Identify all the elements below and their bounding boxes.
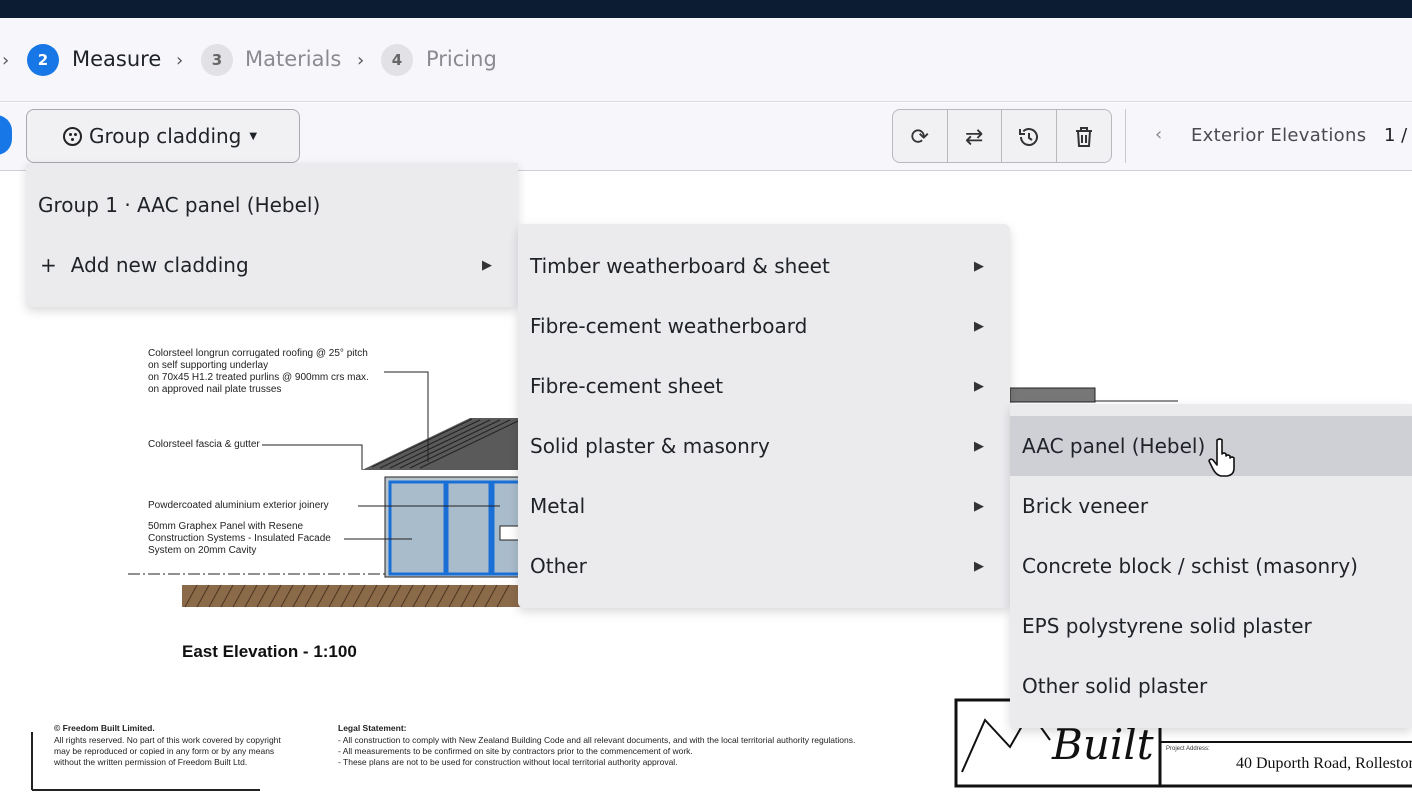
menu-item-group-1[interactable]: Group 1 · AAC panel (Hebel)	[26, 175, 518, 235]
menu-item-fibre-cement-weatherboard[interactable]: Fibre-cement weatherboard ▶	[518, 296, 1010, 356]
tool-tab[interactable]	[0, 115, 12, 155]
cladding-type-submenu: Timber weatherboard & sheet ▶ Fibre-ceme…	[518, 224, 1010, 608]
trash-icon[interactable]	[1057, 110, 1112, 162]
menu-item-label: Group 1 · AAC panel (Hebel)	[38, 193, 321, 217]
legal-line: - These plans are not to be used for con…	[338, 757, 678, 767]
group-cladding-menu: Group 1 · AAC panel (Hebel) + Add new cl…	[26, 163, 518, 307]
project-address: 40 Duporth Road, Rolleston	[1236, 755, 1412, 772]
step-number-measure[interactable]: 2	[27, 44, 59, 76]
menu-item-timber[interactable]: Timber weatherboard & sheet ▶	[518, 236, 1010, 296]
menu-item-label: Other solid plaster	[1022, 674, 1208, 698]
submenu-arrow-icon: ▶	[974, 378, 984, 394]
submenu-arrow-icon: ▶	[482, 257, 492, 273]
menu-item-solid-plaster-masonry[interactable]: Solid plaster & masonry ▶	[518, 416, 1010, 476]
menu-item-eps-polystyrene[interactable]: EPS polystyrene solid plaster	[1010, 596, 1412, 656]
sheet-page-indicator: 1 /	[1384, 125, 1408, 146]
step-label-pricing[interactable]: Pricing	[426, 47, 497, 71]
fascia-note: Colorsteel fascia & gutter	[148, 439, 260, 450]
step-number-materials[interactable]: 3	[201, 44, 233, 76]
submenu-arrow-icon: ▶	[974, 258, 984, 274]
menu-item-label: Add new cladding	[70, 253, 249, 277]
menu-item-label: Metal	[530, 494, 586, 518]
step-number-pricing[interactable]: 4	[381, 44, 413, 76]
menu-item-other-solid-plaster[interactable]: Other solid plaster	[1010, 656, 1412, 716]
copyright-title: © Freedom Built Limited.	[54, 723, 155, 733]
menu-item-label: Other	[530, 554, 587, 578]
group-cladding-button[interactable]: Group cladding ▼	[26, 109, 300, 163]
chevron-right-icon: ›	[357, 50, 365, 71]
submenu-arrow-icon: ▶	[974, 438, 984, 454]
menu-item-add-new-cladding[interactable]: + Add new cladding ▶	[26, 235, 518, 295]
measure-toolbar: Group cladding ▼ ⟳ ⇄ ‹ Exterior Elevatio…	[0, 103, 1412, 171]
legal-line: - All construction to comply with New Ze…	[338, 735, 856, 745]
refresh-icon[interactable]: ⟳	[893, 110, 948, 162]
elevation-title: East Elevation - 1:100	[182, 642, 357, 661]
roofing-note: Colorsteel longrun corrugated roofing @ …	[148, 348, 369, 395]
chevron-right-icon: ›	[176, 50, 184, 71]
menu-item-label: Brick veneer	[1022, 494, 1149, 518]
tool-icon-group: ⟳ ⇄	[892, 109, 1112, 163]
hand-cursor-icon	[1208, 438, 1235, 477]
menu-item-label: Timber weatherboard & sheet	[530, 254, 830, 278]
swap-icon[interactable]: ⇄	[948, 110, 1002, 162]
submenu-arrow-icon: ▶	[974, 498, 984, 514]
menu-item-label: Fibre-cement sheet	[530, 374, 724, 398]
panel-note: 50mm Graphex Panel with Resene Construct…	[148, 521, 331, 556]
submenu-arrow-icon: ▶	[974, 318, 984, 334]
group-cladding-label: Group cladding	[89, 124, 242, 148]
menu-item-label: Concrete block / schist (masonry)	[1022, 554, 1358, 578]
menu-item-brick-veneer[interactable]: Brick veneer	[1010, 476, 1412, 536]
step-label-materials[interactable]: Materials	[245, 47, 341, 71]
menu-item-other[interactable]: Other ▶	[518, 536, 1010, 596]
menu-item-label: Solid plaster & masonry	[530, 434, 770, 458]
menu-item-metal[interactable]: Metal ▶	[518, 476, 1010, 536]
caret-down-icon: ▼	[249, 130, 258, 142]
sheet-name[interactable]: Exterior Elevations	[1191, 125, 1366, 146]
legal-line: - All measurements to be confirmed on si…	[338, 746, 693, 756]
menu-item-label: AAC panel (Hebel)	[1022, 434, 1206, 458]
address-label: Project Address:	[1166, 746, 1210, 752]
joinery-note: Powdercoated aluminium exterior joinery	[148, 500, 329, 511]
group-icon	[63, 127, 82, 146]
step-label-measure[interactable]: Measure	[72, 47, 161, 71]
chevron-right-icon: ›	[2, 50, 10, 71]
plus-icon: +	[40, 253, 57, 277]
copyright-text: All rights reserved. No part of this wor…	[54, 735, 281, 767]
legal-title: Legal Statement:	[338, 723, 407, 733]
step-breadcrumb: › 2 Measure › 3 Materials › 4 Pricing	[0, 18, 1412, 102]
chevron-left-icon[interactable]: ‹	[1155, 124, 1162, 145]
menu-item-label: Fibre-cement weatherboard	[530, 314, 808, 338]
submenu-arrow-icon: ▶	[974, 558, 984, 574]
toolbar-divider	[1125, 109, 1126, 163]
menu-item-fibre-cement-sheet[interactable]: Fibre-cement sheet ▶	[518, 356, 1010, 416]
history-icon[interactable]	[1002, 110, 1057, 162]
top-app-bar	[0, 0, 1412, 18]
menu-item-label: EPS polystyrene solid plaster	[1022, 614, 1312, 638]
menu-item-concrete-block[interactable]: Concrete block / schist (masonry)	[1010, 536, 1412, 596]
